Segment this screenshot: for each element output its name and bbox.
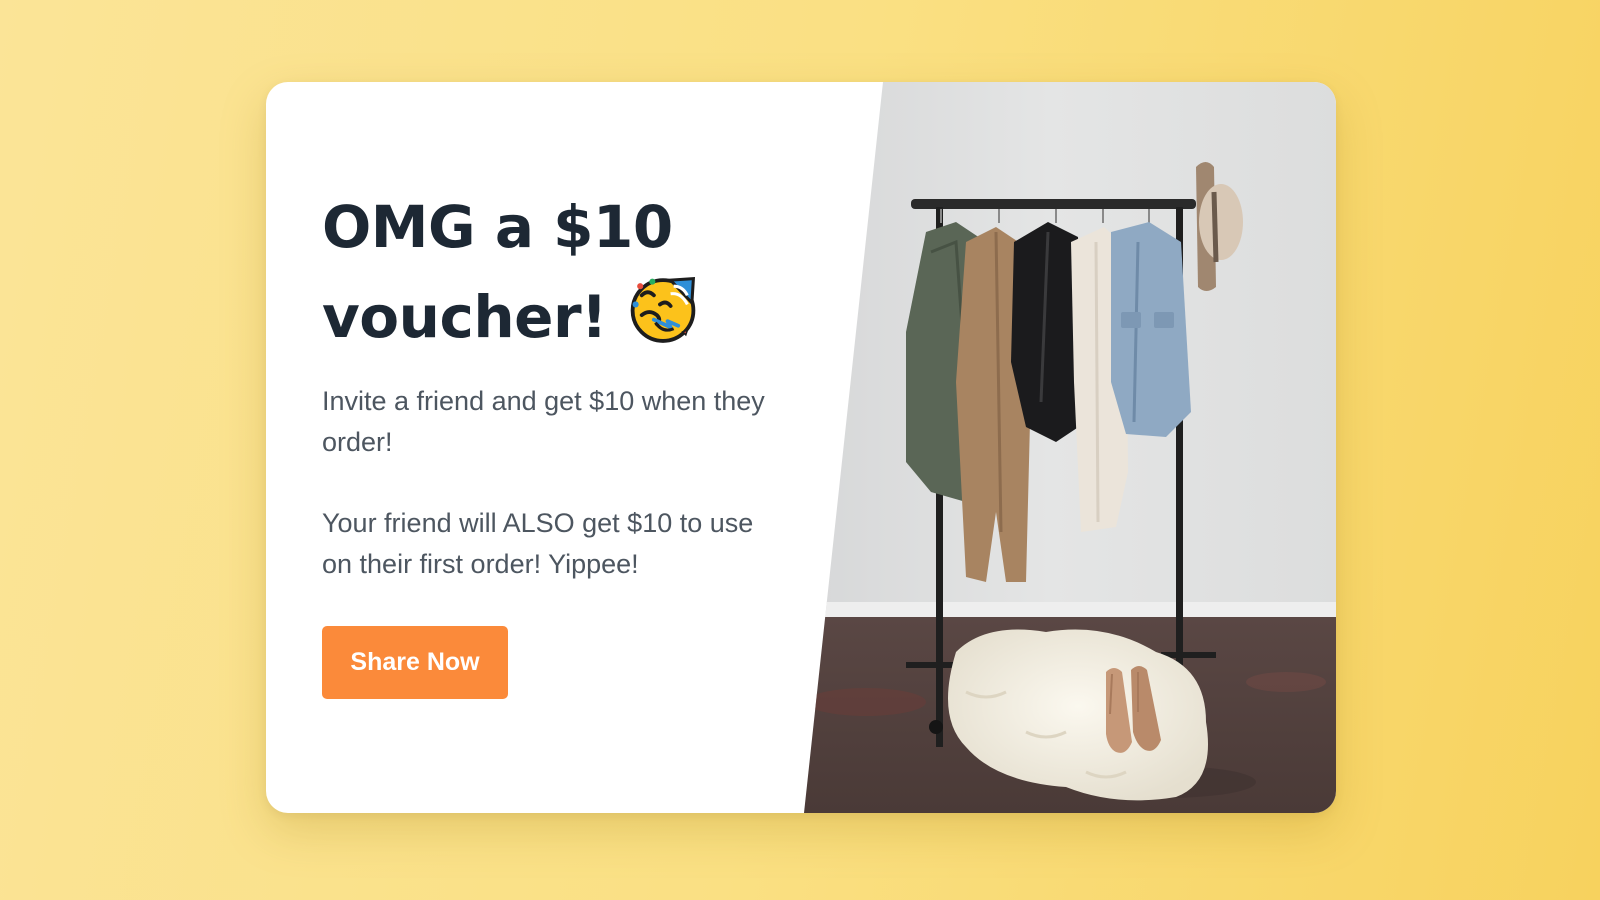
invite-description: Invite a friend and get $10 when they or…	[322, 386, 765, 457]
share-now-button[interactable]: Share Now	[322, 626, 508, 699]
friend-reward-description: Your friend will ALSO get $10 to use on …	[322, 508, 754, 579]
voucher-card: OMG a $10 voucher! Invite a friend and g…	[266, 82, 1336, 813]
voucher-title: OMG a $10 voucher!	[322, 184, 792, 361]
voucher-title-text: OMG a $10 voucher!	[322, 193, 673, 351]
party-face-icon	[630, 276, 696, 343]
voucher-content: OMG a $10 voucher! Invite a friend and g…	[322, 184, 792, 699]
